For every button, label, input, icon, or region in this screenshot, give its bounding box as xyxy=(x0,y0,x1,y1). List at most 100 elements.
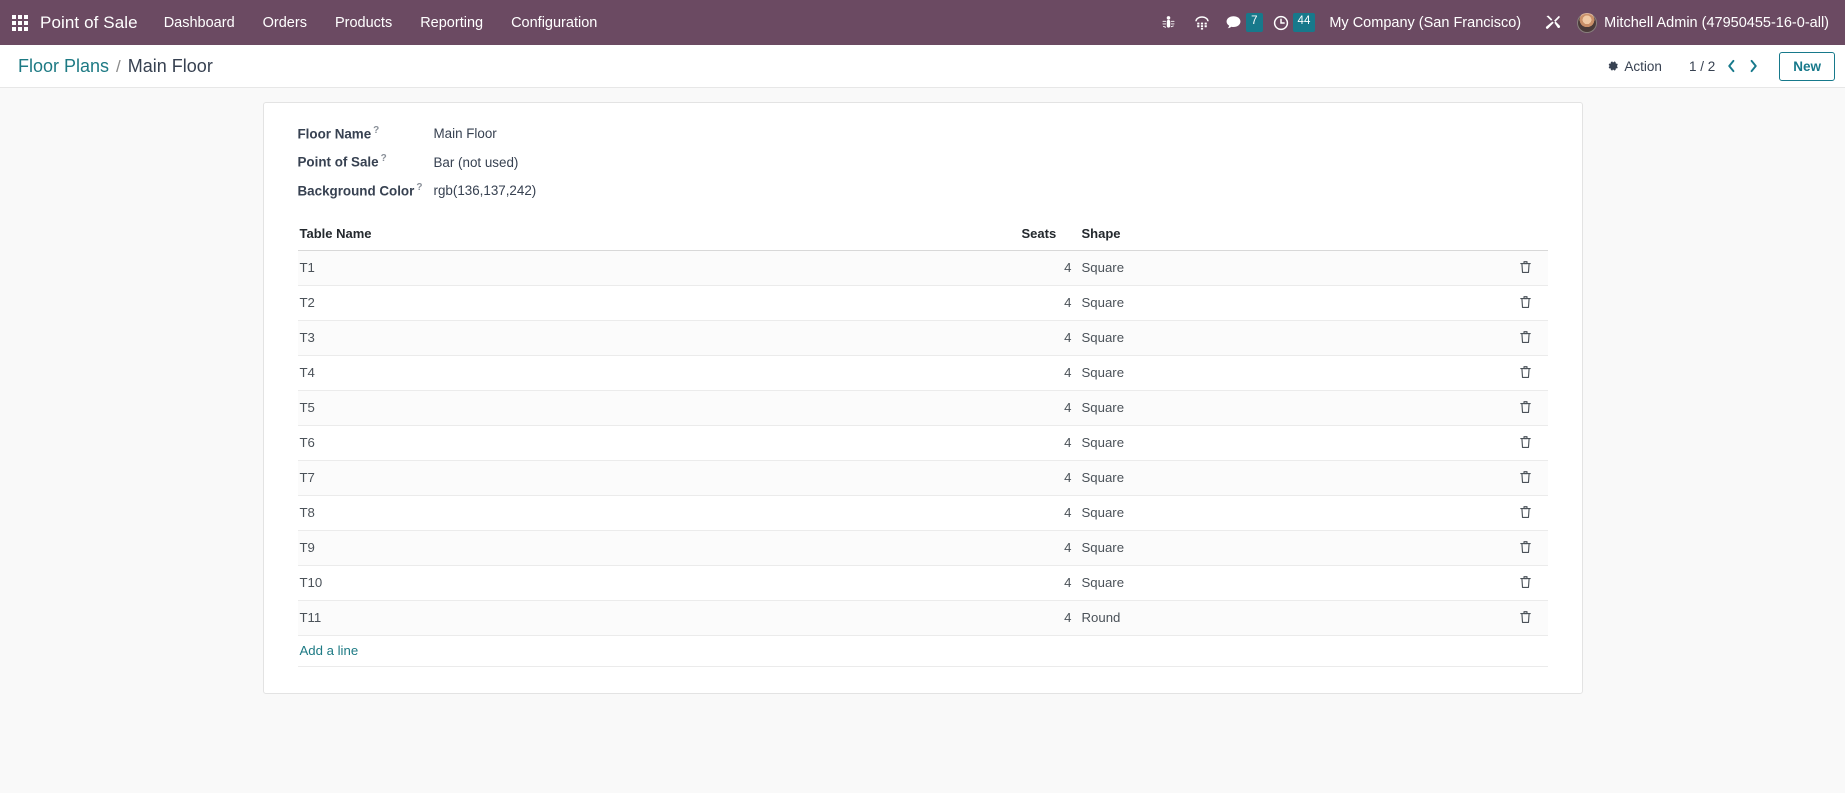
cell-table-name[interactable]: T1 xyxy=(297,250,1020,287)
trash-icon[interactable] xyxy=(1516,538,1536,556)
messaging-badge-count: 7 xyxy=(1246,13,1263,32)
form-sheet: Floor Name? Main Floor Point of Sale? Ba… xyxy=(262,102,1583,695)
add-line-cell: Add a line xyxy=(297,635,1548,668)
trash-icon[interactable] xyxy=(1516,363,1536,381)
menu-item-dashboard[interactable]: Dashboard xyxy=(150,0,249,45)
cell-delete xyxy=(1509,320,1548,357)
trash-icon[interactable] xyxy=(1516,573,1536,591)
field-point-of-sale-label-text: Point of Sale xyxy=(297,154,379,170)
pager-counter[interactable]: 1 / 2 xyxy=(1685,56,1719,77)
bug-icon[interactable] xyxy=(1151,0,1185,45)
column-header-shape[interactable]: Shape xyxy=(1079,220,1510,252)
cell-table-name[interactable]: T11 xyxy=(297,600,1020,637)
cell-table-name[interactable]: T6 xyxy=(297,425,1020,462)
action-menu-button[interactable]: Action xyxy=(1598,54,1671,79)
tables-one2many-list: Table Name Seats Shape T1 4 Square T2 4 Squar… xyxy=(297,220,1548,668)
field-point-of-sale-input[interactable]: Bar (not used) xyxy=(430,155,519,170)
field-background-color-input[interactable]: rgb(136,137,242) xyxy=(430,183,537,198)
cell-delete xyxy=(1509,495,1548,532)
table-row[interactable]: T10 4 Square xyxy=(297,565,1548,602)
cell-seats[interactable]: 4 xyxy=(1019,320,1080,357)
cell-table-name[interactable]: T10 xyxy=(297,565,1020,602)
table-row[interactable]: T11 4 Round xyxy=(297,600,1548,637)
trash-icon[interactable] xyxy=(1516,608,1536,626)
table-row[interactable]: T3 4 Square xyxy=(297,320,1548,357)
help-tooltip-icon[interactable]: ? xyxy=(381,153,387,164)
table-row[interactable]: T6 4 Square xyxy=(297,425,1548,462)
cell-shape[interactable]: Square xyxy=(1079,285,1510,322)
chevron-left-icon[interactable] xyxy=(1721,54,1741,78)
cell-seats[interactable]: 4 xyxy=(1019,460,1080,497)
cell-table-name[interactable]: T3 xyxy=(297,320,1020,357)
table-row[interactable]: T9 4 Square xyxy=(297,530,1548,567)
cell-seats[interactable]: 4 xyxy=(1019,250,1080,287)
dialpad-icon[interactable] xyxy=(1185,0,1219,45)
trash-icon[interactable] xyxy=(1516,433,1536,451)
app-brand-point-of-sale[interactable]: Point of Sale xyxy=(34,13,150,33)
field-point-of-sale: Point of Sale? Bar (not used) xyxy=(298,153,1548,169)
menu-item-products[interactable]: Products xyxy=(321,0,406,45)
cell-shape[interactable]: Square xyxy=(1079,425,1510,462)
help-tooltip-icon[interactable]: ? xyxy=(416,182,422,193)
cell-table-name[interactable]: T9 xyxy=(297,530,1020,567)
cell-seats[interactable]: 4 xyxy=(1019,495,1080,532)
trash-icon[interactable] xyxy=(1516,258,1536,276)
cell-shape[interactable]: Square xyxy=(1079,320,1510,357)
cell-seats[interactable]: 4 xyxy=(1019,390,1080,427)
user-menu[interactable]: Mitchell Admin (47950455-16-0-all) xyxy=(1569,0,1835,45)
cell-shape[interactable]: Square xyxy=(1079,390,1510,427)
chat-bubble-icon xyxy=(1226,16,1241,29)
cell-delete xyxy=(1509,390,1548,427)
cell-shape[interactable]: Square xyxy=(1079,495,1510,532)
activity-menu-button[interactable]: 44 xyxy=(1267,0,1320,45)
company-switcher[interactable]: My Company (San Francisco) xyxy=(1319,15,1535,31)
apps-menu-button[interactable] xyxy=(6,0,34,45)
cell-seats[interactable]: 4 xyxy=(1019,530,1080,567)
cell-table-name[interactable]: T2 xyxy=(297,285,1020,322)
cell-seats[interactable]: 4 xyxy=(1019,285,1080,322)
messaging-menu-button[interactable]: 7 xyxy=(1219,0,1266,45)
cell-table-name[interactable]: T5 xyxy=(297,390,1020,427)
table-row[interactable]: T7 4 Square xyxy=(297,460,1548,497)
add-a-line-button[interactable]: Add a line xyxy=(300,643,359,658)
help-tooltip-icon[interactable]: ? xyxy=(373,125,379,136)
field-background-color: Background Color? rgb(136,137,242) xyxy=(298,182,1548,198)
cell-seats[interactable]: 4 xyxy=(1019,600,1080,637)
new-button[interactable]: New xyxy=(1779,51,1835,81)
cell-seats[interactable]: 4 xyxy=(1019,355,1080,392)
user-name-label: Mitchell Admin (47950455-16-0-all) xyxy=(1604,14,1829,31)
apps-grid-icon xyxy=(12,14,28,31)
column-header-table-name[interactable]: Table Name xyxy=(297,220,1020,252)
table-row[interactable]: T2 4 Square xyxy=(297,285,1548,322)
cell-shape[interactable]: Square xyxy=(1079,460,1510,497)
trash-icon[interactable] xyxy=(1516,293,1536,311)
cell-shape[interactable]: Square xyxy=(1079,565,1510,602)
trash-icon[interactable] xyxy=(1516,328,1536,346)
trash-icon[interactable] xyxy=(1516,468,1536,486)
cell-table-name[interactable]: T7 xyxy=(297,460,1020,497)
cell-seats[interactable]: 4 xyxy=(1019,565,1080,602)
trash-icon[interactable] xyxy=(1516,503,1536,521)
wrench-screwdriver-icon[interactable] xyxy=(1535,0,1569,45)
table-row[interactable]: T1 4 Square xyxy=(297,250,1548,287)
cell-shape[interactable]: Round xyxy=(1079,600,1510,637)
cell-shape[interactable]: Square xyxy=(1079,250,1510,287)
table-row[interactable]: T8 4 Square xyxy=(297,495,1548,532)
field-floor-name-label-text: Floor Name xyxy=(297,126,372,142)
menu-item-configuration[interactable]: Configuration xyxy=(497,0,611,45)
column-header-seats[interactable]: Seats xyxy=(1019,220,1080,252)
field-floor-name-input[interactable]: Main Floor xyxy=(430,126,497,141)
menu-item-reporting[interactable]: Reporting xyxy=(406,0,497,45)
breadcrumb-item-floor-plans[interactable]: Floor Plans xyxy=(18,56,109,77)
cell-shape[interactable]: Square xyxy=(1079,355,1510,392)
table-row[interactable]: T4 4 Square xyxy=(297,355,1548,392)
cell-table-name[interactable]: T8 xyxy=(297,495,1020,532)
chevron-right-icon[interactable] xyxy=(1743,54,1763,78)
breadcrumb-separator: / xyxy=(116,56,121,76)
cell-table-name[interactable]: T4 xyxy=(297,355,1020,392)
cell-seats[interactable]: 4 xyxy=(1019,425,1080,462)
table-row[interactable]: T5 4 Square xyxy=(297,390,1548,427)
menu-item-orders[interactable]: Orders xyxy=(249,0,321,45)
cell-shape[interactable]: Square xyxy=(1079,530,1510,567)
trash-icon[interactable] xyxy=(1516,398,1536,416)
